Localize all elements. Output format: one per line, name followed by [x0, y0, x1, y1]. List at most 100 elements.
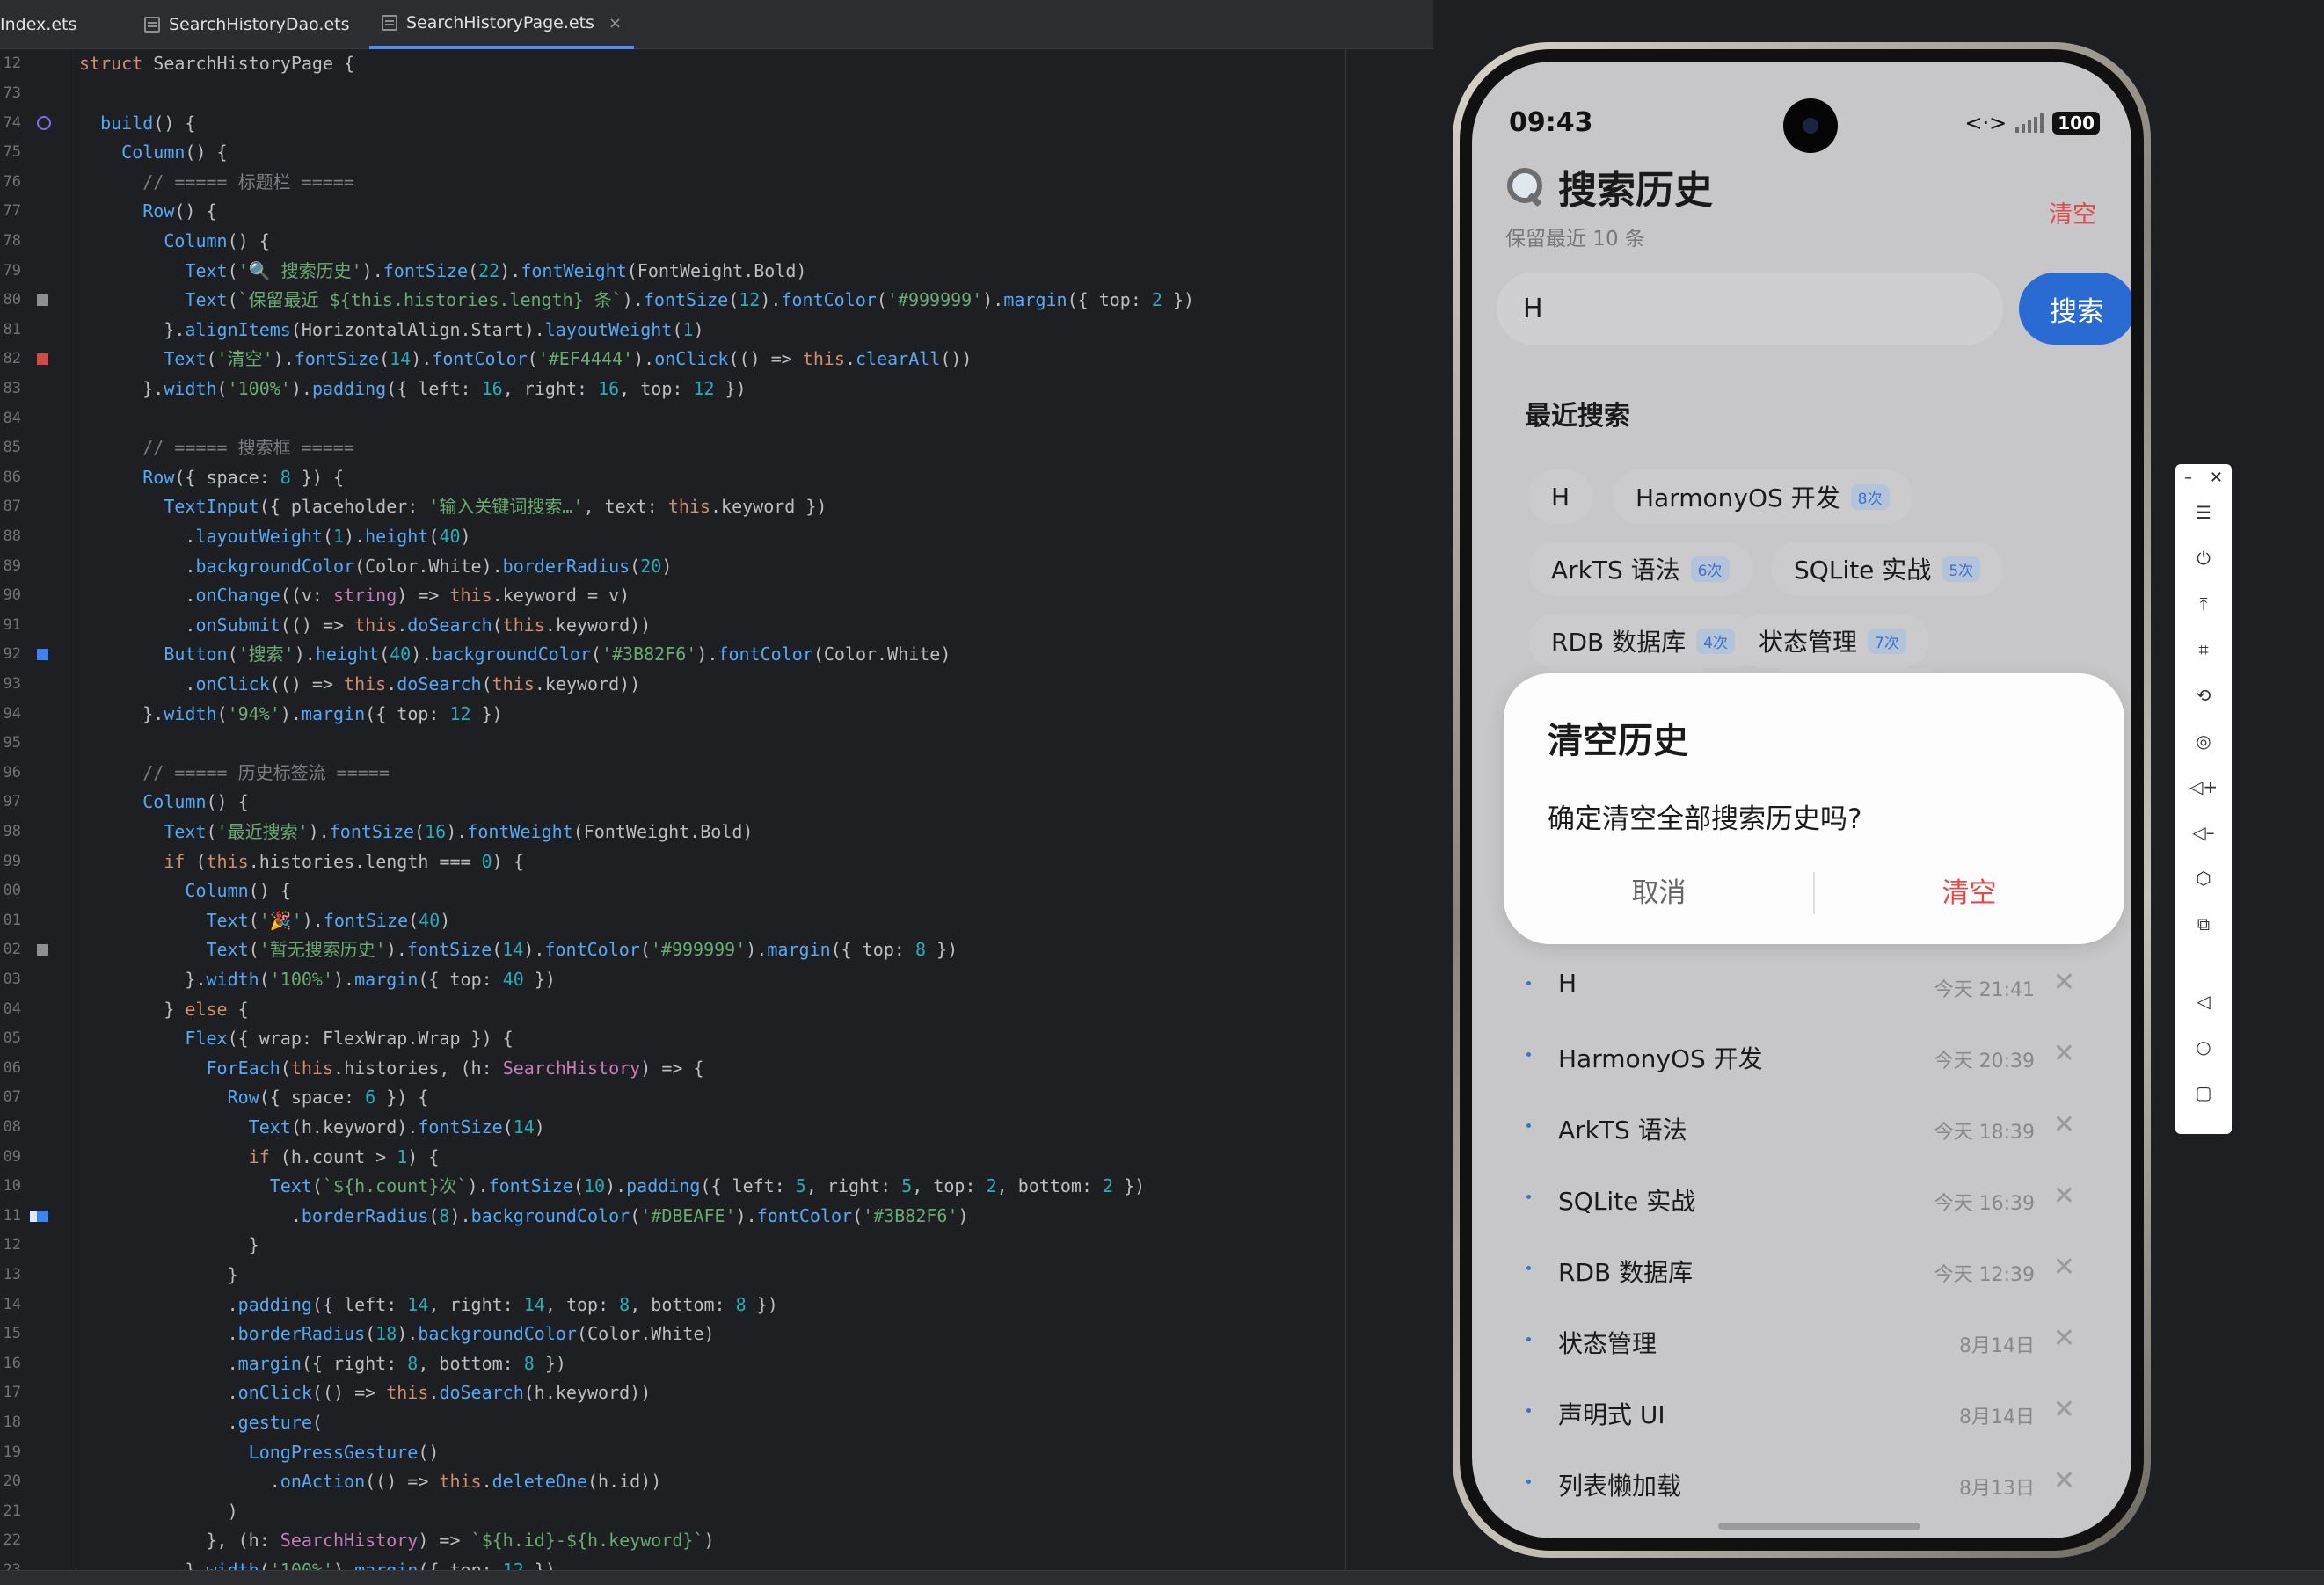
code-line[interactable]: 03 }.width('100%').margin({ top: 40 }): [0, 965, 1433, 994]
code-line[interactable]: 90 .onChange((v: string) => this.keyword…: [0, 581, 1433, 610]
code-line[interactable]: 00 Column() {: [0, 876, 1433, 905]
code-line[interactable]: 94 }.width('94%').margin({ top: 12 }): [0, 700, 1433, 729]
code-line[interactable]: 15 .borderRadius(18).backgroundColor(Col…: [0, 1320, 1433, 1349]
pin-top-icon[interactable]: ⤒: [2190, 591, 2217, 617]
code-line[interactable]: 86 Row({ space: 8 }) {: [0, 463, 1433, 492]
code-line[interactable]: 91 .onSubmit(() => this.doSearch(this.ke…: [0, 611, 1433, 640]
code-line[interactable]: 01 Text('🎉').fontSize(40): [0, 906, 1433, 935]
code-line[interactable]: 93 .onClick(() => this.doSearch(this.key…: [0, 670, 1433, 699]
delete-icon[interactable]: ✕: [2053, 1252, 2075, 1283]
code-line[interactable]: 98 Text('最近搜索').fontSize(16).fontWeight(…: [0, 818, 1433, 847]
code-line[interactable]: 76 // ===== 标题栏 =====: [0, 168, 1433, 197]
code-line[interactable]: 19 LongPressGesture(): [0, 1438, 1433, 1467]
code-line[interactable]: 12 }: [0, 1231, 1433, 1260]
override-marker-icon[interactable]: [37, 115, 51, 130]
code-line[interactable]: 87 TextInput({ placeholder: '输入关键词搜索…', …: [0, 492, 1433, 521]
history-chip[interactable]: RDB 数据库 4次: [1528, 614, 1758, 668]
history-row[interactable]: ArkTS 语法 今天 18:39 ✕: [1472, 1092, 2131, 1163]
volume-up-icon[interactable]: ◁+: [2189, 774, 2218, 800]
fold-icon[interactable]: ⬡: [2190, 865, 2217, 891]
code-line[interactable]: 83 }.width('100%').padding({ left: 16, r…: [0, 374, 1433, 404]
tab-search-history-page[interactable]: SearchHistoryPage.ets ×: [369, 0, 635, 49]
code-line[interactable]: 99 if (this.histories.length === 0) {: [0, 847, 1433, 876]
code-line[interactable]: 96 // ===== 历史标签流 =====: [0, 759, 1433, 788]
volume-down-icon[interactable]: ◁–: [2190, 819, 2217, 846]
history-chip[interactable]: 状态管理 7次: [1736, 614, 1929, 668]
code-line[interactable]: 17 .onClick(() => this.doSearch(h.keywor…: [0, 1378, 1433, 1407]
delete-icon[interactable]: ✕: [2053, 967, 2075, 998]
code-editor[interactable]: 12 struct SearchHistoryPage {73 74 build()…: [0, 49, 1433, 1581]
color-swatch-icon[interactable]: [37, 649, 48, 661]
code-line[interactable]: 75 Column() {: [0, 138, 1433, 167]
close-icon[interactable]: ✕: [2210, 469, 2223, 487]
search-input[interactable]: [1497, 273, 2003, 345]
code-line[interactable]: 13 }: [0, 1261, 1433, 1290]
delete-icon[interactable]: ✕: [2053, 1109, 2075, 1140]
history-row[interactable]: H 今天 21:41 ✕: [1472, 949, 2131, 1021]
history-row[interactable]: 状态管理 8月14日 ✕: [1472, 1305, 2131, 1377]
tab-index-ets[interactable]: Index.ets: [0, 0, 89, 49]
code-line[interactable]: 20 .onAction(() => this.deleteOne(h.id)): [0, 1467, 1433, 1496]
clear-all-link[interactable]: 清空: [2049, 195, 2096, 229]
history-row[interactable]: 声明式 UI 8月14日 ✕: [1472, 1377, 2131, 1448]
home-icon[interactable]: ○: [2190, 1034, 2217, 1060]
code-line[interactable]: 21 ): [0, 1497, 1433, 1526]
history-chip[interactable]: H: [1528, 469, 1593, 524]
delete-icon[interactable]: ✕: [2053, 1323, 2075, 1354]
code-line[interactable]: 81 }.alignItems(HorizontalAlign.Start).l…: [0, 316, 1433, 345]
code-line[interactable]: 09 if (h.count > 1) {: [0, 1143, 1433, 1172]
history-chip[interactable]: ArkTS 语法 6次: [1528, 542, 1752, 596]
phone-screen[interactable]: 09:43 <·> 100 搜索历史 保留最近 10 条 清空 H 搜索 最近搜…: [1472, 62, 2131, 1538]
code-line[interactable]: 16 .margin({ right: 8, bottom: 8 }): [0, 1349, 1433, 1378]
code-line[interactable]: 05 Flex({ wrap: FlexWrap.Wrap }) {: [0, 1024, 1433, 1053]
code-line[interactable]: 78 Column() {: [0, 227, 1433, 256]
dialog-confirm-button[interactable]: 清空: [1814, 854, 2124, 925]
code-line[interactable]: 02 Text('暂无搜索历史').fontSize(14).fontColor…: [0, 935, 1433, 964]
code-line[interactable]: 12 struct SearchHistoryPage {: [0, 49, 1433, 78]
code-line[interactable]: 85 // ===== 搜索框 =====: [0, 433, 1433, 462]
back-icon[interactable]: ◁: [2190, 988, 2217, 1014]
menu-icon[interactable]: ☰: [2190, 499, 2217, 526]
dialog-cancel-button[interactable]: 取消: [1504, 854, 1814, 925]
power-icon[interactable]: ⏻: [2190, 545, 2217, 571]
color-swatch-icon[interactable]: [37, 353, 48, 366]
code-line[interactable]: 06 ForEach(this.histories, (h: SearchHis…: [0, 1054, 1433, 1083]
code-line[interactable]: 08 Text(h.keyword).fontSize(14): [0, 1113, 1433, 1142]
code-line[interactable]: 07 Row({ space: 6 }) {: [0, 1083, 1433, 1112]
code-line[interactable]: 04 } else {: [0, 995, 1433, 1024]
rotate-icon[interactable]: ⟲: [2190, 682, 2217, 709]
history-row[interactable]: RDB 数据库 今天 12:39 ✕: [1472, 1234, 2131, 1305]
history-chip[interactable]: HarmonyOS 开发 8次: [1613, 469, 1912, 524]
search-button[interactable]: 搜索: [2019, 273, 2131, 345]
history-row[interactable]: SQLite 实战 今天 16:39 ✕: [1472, 1163, 2131, 1234]
code-line[interactable]: 18 .gesture(: [0, 1408, 1433, 1437]
delete-icon[interactable]: ✕: [2053, 1038, 2075, 1069]
history-row[interactable]: 列表懒加载 8月13日 ✕: [1472, 1448, 2131, 1519]
tab-search-history-dao[interactable]: SearchHistoryDao.ets: [132, 0, 362, 49]
close-tab-icon[interactable]: ×: [608, 14, 622, 33]
code-line[interactable]: 80 Text(`保留最近 ${this.histories.length} 条…: [0, 286, 1433, 315]
code-line[interactable]: 22 }, (h: SearchHistory) => `${h.id}-${h…: [0, 1526, 1433, 1555]
delete-icon[interactable]: ✕: [2053, 1181, 2075, 1211]
code-line[interactable]: 89 .backgroundColor(Color.White).borderR…: [0, 552, 1433, 581]
code-line[interactable]: 73: [0, 79, 1433, 108]
minimize-icon[interactable]: –: [2184, 469, 2192, 487]
delete-icon[interactable]: ✕: [2053, 1465, 2075, 1496]
delete-icon[interactable]: ✕: [2053, 1394, 2075, 1425]
code-line[interactable]: 11 .borderRadius(8).backgroundColor('#DB…: [0, 1202, 1433, 1231]
code-line[interactable]: 74 build() {: [0, 109, 1433, 138]
screenshot-icon[interactable]: ◎: [2190, 728, 2217, 754]
code-line[interactable]: 77 Row() {: [0, 197, 1433, 226]
code-line[interactable]: 14 .padding({ left: 14, right: 14, top: …: [0, 1291, 1433, 1320]
code-line[interactable]: 97 Column() {: [0, 788, 1433, 817]
code-line[interactable]: 79 Text('🔍 搜索历史').fontSize(22).fontWeigh…: [0, 257, 1433, 286]
recents-icon[interactable]: ▢: [2190, 1080, 2217, 1106]
history-row[interactable]: HarmonyOS 开发 今天 20:39 ✕: [1472, 1021, 2131, 1092]
code-line[interactable]: 82 Text('清空').fontSize(14).fontColor('#E…: [0, 345, 1433, 374]
code-line[interactable]: 88 .layoutWeight(1).height(40): [0, 522, 1433, 551]
code-line[interactable]: 84: [0, 404, 1433, 433]
history-chip[interactable]: SQLite 实战 5次: [1771, 542, 2004, 596]
crop-icon[interactable]: ⌗: [2190, 636, 2217, 663]
color-swatch-icon[interactable]: [37, 944, 48, 956]
color-swatch-icon[interactable]: [37, 294, 48, 307]
